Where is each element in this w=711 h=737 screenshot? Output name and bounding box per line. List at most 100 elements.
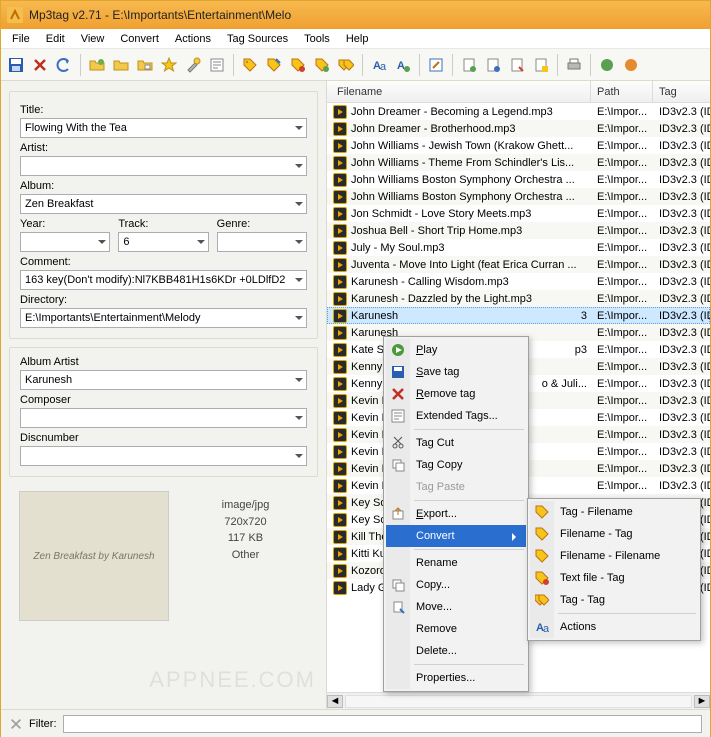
tag-text: ID3v2.3 (ID [653,191,710,203]
horizontal-scrollbar[interactable]: ◄ ► [327,692,710,709]
doc1-icon[interactable] [458,54,480,76]
sub-tag-filename[interactable]: Tag - Filename [530,501,698,523]
context-menu[interactable]: Play Save tag Remove tag Extended Tags..… [383,336,529,692]
audio-file-icon [333,360,347,374]
edit-icon[interactable] [425,54,447,76]
path-text: E:\Impor... [591,242,653,254]
ctx-tag-copy[interactable]: Tag Copy [386,454,526,476]
actions-a-icon[interactable]: Aa [368,54,390,76]
table-row[interactable]: Karunesh3E:\Impor...ID3v2.3 (ID [327,307,710,324]
track-input[interactable] [118,232,208,252]
col-path[interactable]: Path [591,81,653,102]
album-input[interactable] [20,194,307,214]
audio-file-icon [333,122,347,136]
audio-file-icon [333,462,347,476]
doc4-icon[interactable] [530,54,552,76]
menu-help[interactable]: Help [339,31,376,47]
composer-input[interactable] [20,408,307,428]
path-text: E:\Impor... [591,446,653,458]
table-row[interactable]: John Williams Boston Symphony Orchestra … [327,188,710,205]
discnumber-input[interactable] [20,446,307,466]
ctx-play[interactable]: Play [386,339,526,361]
table-row[interactable]: John Williams Boston Symphony Orchestra … [327,171,710,188]
delete-icon[interactable] [29,54,51,76]
tag-icon [534,548,550,564]
artist-input[interactable] [20,156,307,176]
sub-filename-filename[interactable]: Filename - Filename [530,545,698,567]
filter-clear-icon[interactable] [9,717,23,731]
actions-quick-icon[interactable]: A [392,54,414,76]
menu-view[interactable]: View [74,31,112,47]
menu-tag-sources[interactable]: Tag Sources [220,31,295,47]
menu-tools[interactable]: Tools [297,31,337,47]
sub-textfile-tag[interactable]: Text file - Tag [530,567,698,589]
tools-icon[interactable] [182,54,204,76]
table-row[interactable]: Jon Schmidt - Love Story Meets.mp3E:\Imp… [327,205,710,222]
ctx-rename[interactable]: Rename [386,552,526,574]
directory-input[interactable] [20,308,307,328]
tag-tag-icon[interactable] [335,54,357,76]
menu-file[interactable]: File [5,31,37,47]
undo-icon[interactable] [53,54,75,76]
textfile-tag-icon[interactable] [311,54,333,76]
genre-input[interactable] [217,232,307,252]
folder-playlist-icon[interactable] [134,54,156,76]
menu-convert[interactable]: Convert [113,31,166,47]
ctx-move[interactable]: Move... [386,596,526,618]
ctx-delete[interactable]: Delete... [386,640,526,662]
col-filename[interactable]: Filename [327,81,591,102]
ctx-remove-file[interactable]: Remove [386,618,526,640]
sub-filename-tag[interactable]: Filename - Tag [530,523,698,545]
ctx-copy-file[interactable]: Copy... [386,574,526,596]
table-row[interactable]: Karunesh - Calling Wisdom.mp3E:\Impor...… [327,273,710,290]
col-tag[interactable]: Tag [653,81,710,102]
table-row[interactable]: John Williams - Jewish Town (Krakow Ghet… [327,137,710,154]
tag-filename-icon[interactable] [239,54,261,76]
year-input[interactable] [20,232,110,252]
globe-green-icon[interactable] [596,54,618,76]
ctx-save-tag[interactable]: Save tag [386,361,526,383]
table-row[interactable]: John Williams - Theme From Schindler's L… [327,154,710,171]
filename-filename-icon[interactable] [287,54,309,76]
globe-orange-icon[interactable] [620,54,642,76]
table-row[interactable]: John Dreamer - Becoming a Legend.mp3E:\I… [327,103,710,120]
scissors-icon [390,435,406,451]
filter-input[interactable] [63,715,703,733]
print-icon[interactable] [563,54,585,76]
star-icon[interactable] [158,54,180,76]
folder-open-icon[interactable] [86,54,108,76]
table-row[interactable]: Karunesh - Dazzled by the Light.mp3E:\Im… [327,290,710,307]
table-row[interactable]: Juventa - Move Into Light (feat Erica Cu… [327,256,710,273]
album-art[interactable]: Zen Breakfast by Karunesh [19,491,169,621]
sub-actions[interactable]: AaActions [530,616,698,638]
scroll-right-icon[interactable]: ► [694,695,710,708]
comment-input[interactable] [20,270,307,290]
ctx-extended-tags[interactable]: Extended Tags... [386,405,526,427]
menu-edit[interactable]: Edit [39,31,72,47]
save-icon[interactable] [5,54,27,76]
ctx-export[interactable]: Export... [386,503,526,525]
table-row[interactable]: John Dreamer - Brotherhood.mp3E:\Impor..… [327,120,710,137]
filename-tag-icon[interactable] [263,54,285,76]
doc2-icon[interactable] [482,54,504,76]
ctx-properties[interactable]: Properties... [386,667,526,689]
scroll-left-icon[interactable]: ◄ [327,695,343,708]
table-row[interactable]: Joshua Bell - Short Trip Home.mp3E:\Impo… [327,222,710,239]
menu-actions[interactable]: Actions [168,31,218,47]
table-row[interactable]: July - My Soul.mp3E:\Impor...ID3v2.3 (ID [327,239,710,256]
folder-icon[interactable] [110,54,132,76]
sub-tag-tag[interactable]: Tag - Tag [530,589,698,611]
doc3-icon[interactable] [506,54,528,76]
ext-tags-icon[interactable] [206,54,228,76]
path-text: E:\Impor... [591,429,653,441]
toolbar: Aa A [1,49,710,81]
path-text: E:\Impor... [591,259,653,271]
ctx-remove-tag[interactable]: Remove tag [386,383,526,405]
tag-text: ID3v2.3 (ID [653,276,710,288]
column-header[interactable]: Filename Path Tag [327,81,710,103]
convert-submenu[interactable]: Tag - Filename Filename - Tag Filename -… [527,498,701,641]
albumartist-input[interactable] [20,370,307,390]
ctx-convert[interactable]: Convert [386,525,526,547]
ctx-tag-cut[interactable]: Tag Cut [386,432,526,454]
title-input[interactable] [20,118,307,138]
